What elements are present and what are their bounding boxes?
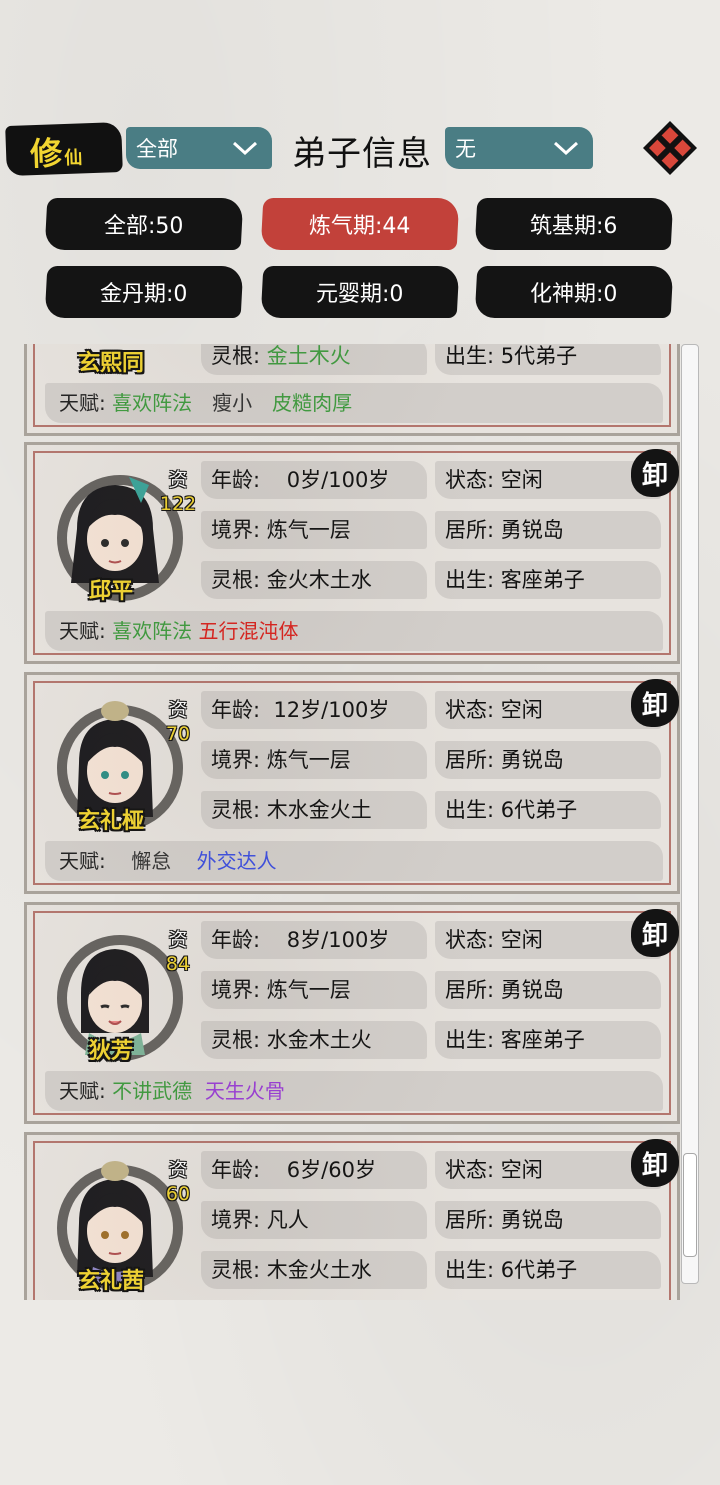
aptitude-label: 资 (168, 929, 188, 951)
unequip-seal-button[interactable]: 卸 (631, 909, 679, 957)
category-filter-dropdown[interactable]: 全部 (126, 127, 272, 169)
root-field: 灵根: 水金木土火 (201, 1021, 427, 1059)
residence-field: 居所: 勇锐岛 (435, 511, 661, 549)
origin-field: 出生: 6代弟子 (435, 791, 661, 829)
status-field: 状态: 空闲 (435, 461, 661, 499)
tab-foundation-label: 筑基期:6 (530, 214, 618, 239)
age-field: 年龄: 0岁/100岁 (201, 461, 427, 499)
category-filter-value: 全部 (136, 137, 178, 161)
tab-nascent-soul-label: 元婴期:0 (316, 282, 404, 307)
disciple-card[interactable]: 资 122 邱平 年龄: 0岁/100岁 状态: 空闲 境界: 炼气一层 居所:… (24, 442, 680, 664)
logo-sub-char: 仙 (63, 147, 83, 169)
game-logo: 修 仙 (5, 121, 123, 177)
disciple-name: 狄芳 (88, 1039, 133, 1064)
disciple-name: 邱平 (88, 579, 133, 604)
aptitude-value: 122 (159, 493, 197, 515)
tab-nascent-soul[interactable]: 元婴期:0 (260, 266, 460, 318)
root-field: 灵根: 木金火土水 (201, 1251, 427, 1289)
logo-main-char: 修 (29, 134, 63, 174)
realm-field: 境界: 炼气一层 (201, 971, 427, 1009)
list-scrollbar[interactable] (681, 344, 699, 1284)
status-field: 状态: 空闲 (435, 691, 661, 729)
close-icon (643, 121, 697, 175)
tab-golden-core-label: 金丹期:0 (100, 282, 188, 307)
disciple-list[interactable]: 玄熙同 灵根: 金土木火 出生: 5代弟子 天赋: 喜欢阵法 瘦小 皮糙肉厚 资 1… (24, 344, 680, 1300)
unequip-seal-button[interactable]: 卸 (631, 1139, 679, 1187)
root-field: 灵根: 木水金火土 (201, 791, 427, 829)
talent-field: 天赋: 喜欢阵法 五行混沌体 (45, 611, 663, 651)
tab-foundation[interactable]: 筑基期:6 (474, 198, 674, 250)
status-field: 状态: 空闲 (435, 921, 661, 959)
unequip-seal-button[interactable]: 卸 (631, 679, 679, 727)
realm-field: 境界: 炼气一层 (201, 511, 427, 549)
close-button[interactable] (640, 118, 700, 178)
secondary-filter-dropdown[interactable]: 无 (445, 127, 593, 169)
origin-field: 出生: 客座弟子 (435, 561, 661, 599)
origin-field: 出生: 5代弟子 (435, 344, 661, 375)
residence-field: 居所: 勇锐岛 (435, 971, 661, 1009)
root-field: 灵根: 金土木火 (201, 344, 427, 375)
disciple-name: 玄熙同 (77, 351, 144, 376)
disciple-name: 玄礼桠 (77, 809, 144, 834)
disciple-card[interactable]: 资 60 玄礼茜 年龄: 6岁/60岁 状态: 空闲 境界: 凡人 居所: 勇锐… (24, 1132, 680, 1300)
aptitude-label: 资 (168, 1159, 188, 1181)
status-field: 状态: 空闲 (435, 1151, 661, 1189)
residence-field: 居所: 勇锐岛 (435, 741, 661, 779)
tab-spirit-severing-label: 化神期:0 (530, 282, 618, 307)
age-field: 年龄: 12岁/100岁 (201, 691, 427, 729)
disciple-name: 玄礼茜 (77, 1269, 144, 1294)
talent-field: 天赋: 喜欢阵法 瘦小 皮糙肉厚 (45, 383, 663, 423)
tab-spirit-severing[interactable]: 化神期:0 (474, 266, 674, 318)
tab-all[interactable]: 全部:50 (44, 198, 244, 250)
scrollbar-thumb[interactable] (683, 1153, 697, 1257)
chevron-down-icon (232, 141, 258, 156)
realm-field: 境界: 凡人 (201, 1201, 427, 1239)
aptitude-value: 60 (165, 1183, 191, 1205)
disciple-card[interactable]: 资 70 玄礼桠 年龄: 12岁/100岁 状态: 空闲 境界: 炼气一层 居所… (24, 672, 680, 894)
realm-field: 境界: 炼气一层 (201, 741, 427, 779)
tab-all-label: 全部:50 (104, 214, 184, 239)
chevron-down-icon (553, 141, 579, 156)
talent-field: 天赋: 懈怠 外交达人 (45, 841, 663, 881)
tab-qi-refining-label: 炼气期:44 (309, 214, 411, 239)
tab-golden-core[interactable]: 金丹期:0 (44, 266, 244, 318)
root-field: 灵根: 金火木土水 (201, 561, 427, 599)
origin-field: 出生: 客座弟子 (435, 1021, 661, 1059)
aptitude-value: 84 (165, 953, 191, 975)
origin-field: 出生: 6代弟子 (435, 1251, 661, 1289)
aptitude-value: 70 (165, 723, 191, 745)
aptitude-label: 资 (168, 699, 188, 721)
unequip-seal-button[interactable]: 卸 (631, 449, 679, 497)
disciple-card[interactable]: 玄熙同 灵根: 金土木火 出生: 5代弟子 天赋: 喜欢阵法 瘦小 皮糙肉厚 (24, 344, 680, 436)
tab-qi-refining[interactable]: 炼气期:44 (260, 198, 460, 250)
talent-field: 天赋: 不讲武德 天生火骨 (45, 1071, 663, 1111)
page-title: 弟子信息 (292, 134, 432, 174)
aptitude-label: 资 (168, 469, 188, 491)
secondary-filter-value: 无 (455, 137, 476, 161)
age-field: 年龄: 8岁/100岁 (201, 921, 427, 959)
age-field: 年龄: 6岁/60岁 (201, 1151, 427, 1189)
disciple-card[interactable]: 资 84 狄芳 年龄: 8岁/100岁 状态: 空闲 境界: 炼气一层 居所: … (24, 902, 680, 1124)
residence-field: 居所: 勇锐岛 (435, 1201, 661, 1239)
